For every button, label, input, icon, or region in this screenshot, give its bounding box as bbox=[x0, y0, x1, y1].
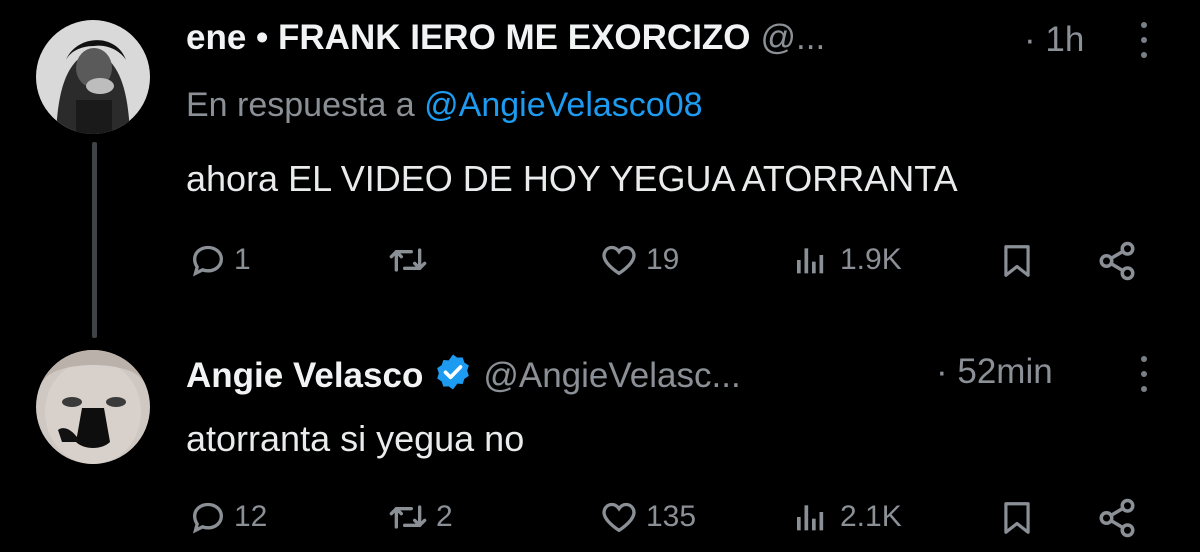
retweet-count: 2 bbox=[436, 500, 453, 533]
tweet-header: ene • FRANK IERO ME EXORCIZO @... bbox=[186, 20, 825, 55]
reply-count: 1 bbox=[234, 243, 251, 276]
retweet-icon bbox=[389, 505, 427, 529]
retweet-button[interactable]: 2 bbox=[386, 497, 453, 537]
share-button[interactable] bbox=[1096, 497, 1138, 539]
views-count: 2.1K bbox=[840, 500, 902, 533]
reply-button[interactable]: 12 bbox=[188, 497, 267, 537]
tweet-actions: 1 19 1.9K bbox=[186, 240, 1146, 290]
display-name[interactable]: Angie Velasco bbox=[186, 358, 423, 393]
user-handle[interactable]: @... bbox=[761, 20, 826, 55]
views-icon bbox=[797, 248, 824, 274]
share-button[interactable] bbox=[1096, 240, 1138, 282]
like-count: 135 bbox=[646, 500, 697, 533]
bookmark-button[interactable] bbox=[998, 497, 1036, 539]
like-icon bbox=[602, 502, 636, 533]
thread-connector-line bbox=[92, 142, 97, 338]
views-count: 1.9K bbox=[840, 243, 902, 276]
like-icon bbox=[602, 245, 636, 276]
reply-context: En respuesta a @AngieVelasco08 bbox=[186, 86, 703, 125]
reply-button[interactable]: 1 bbox=[188, 240, 251, 280]
like-button[interactable]: 19 bbox=[598, 240, 679, 280]
tweet-text: atorranta si yegua no bbox=[186, 418, 525, 459]
share-icon bbox=[1099, 241, 1135, 281]
reply-prefix: En respuesta a bbox=[186, 86, 415, 124]
user-handle[interactable]: @AngieVelasc... bbox=[483, 358, 740, 393]
tweet-header: Angie Velasco @AngieVelasc... bbox=[186, 352, 741, 398]
more-icon[interactable] bbox=[1139, 22, 1149, 58]
share-icon bbox=[1099, 498, 1135, 538]
reply-icon bbox=[192, 502, 224, 534]
verified-badge-icon bbox=[433, 352, 473, 398]
display-name[interactable]: ene • FRANK IERO ME EXORCIZO bbox=[186, 20, 751, 55]
bookmark-icon bbox=[1004, 502, 1030, 534]
avatar[interactable] bbox=[36, 20, 150, 134]
retweet-icon bbox=[389, 248, 427, 272]
reply-icon bbox=[192, 245, 224, 277]
tweet-text: ahora EL VIDEO DE HOY YEGUA ATORRANTA bbox=[186, 158, 958, 199]
like-button[interactable]: 135 bbox=[598, 497, 696, 537]
avatar[interactable] bbox=[36, 350, 150, 464]
timestamp[interactable]: · 52min bbox=[936, 352, 1053, 392]
timestamp[interactable]: · 1h bbox=[1024, 20, 1084, 60]
retweet-button[interactable] bbox=[386, 240, 436, 280]
more-icon[interactable] bbox=[1139, 356, 1149, 392]
reply-count: 12 bbox=[234, 500, 268, 533]
views-icon bbox=[797, 505, 824, 531]
bookmark-button[interactable] bbox=[998, 240, 1036, 282]
reply-mention-link[interactable]: @AngieVelasco08 bbox=[424, 86, 702, 124]
bookmark-icon bbox=[1004, 245, 1030, 277]
tweet-actions: 12 2 135 2.1K bbox=[186, 497, 1146, 547]
views-button[interactable]: 1.9K bbox=[790, 240, 902, 280]
like-count: 19 bbox=[646, 243, 680, 276]
views-button[interactable]: 2.1K bbox=[790, 497, 902, 537]
